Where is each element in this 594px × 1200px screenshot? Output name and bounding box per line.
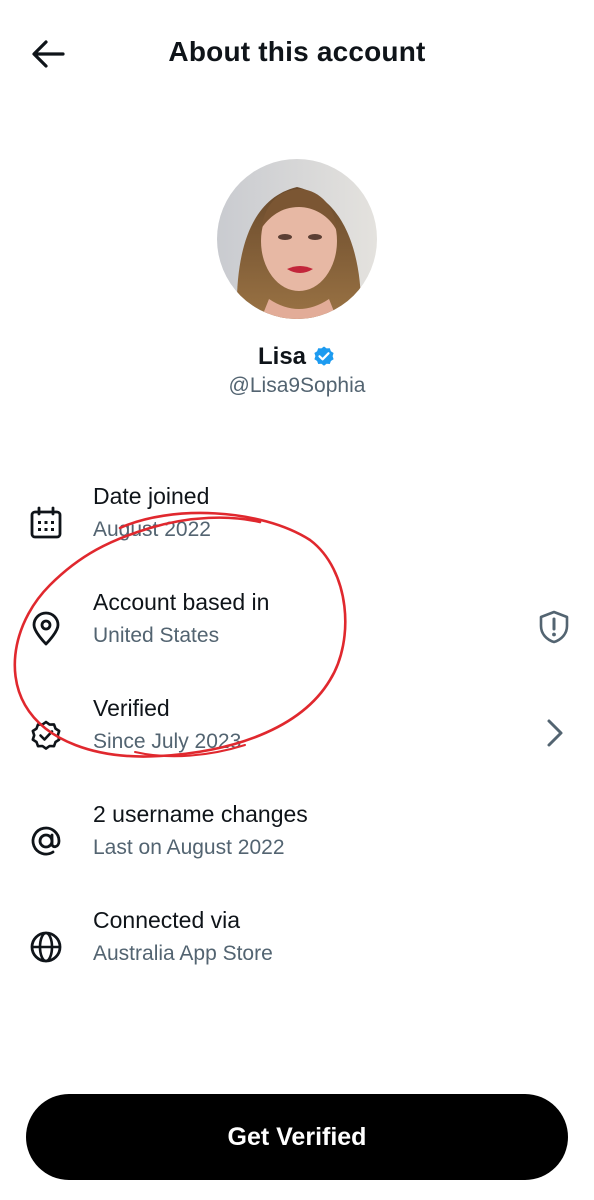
connected-via-label: Connected via xyxy=(93,907,241,933)
profile-name-row: Lisa xyxy=(0,343,594,371)
verified-value: Since July 2023 xyxy=(93,730,242,753)
account-based-in-row: Account based in United States xyxy=(0,583,594,675)
connected-via-row: Connected via Australia App Store xyxy=(0,901,594,993)
username-changes-label: 2 username changes xyxy=(93,801,308,827)
account-based-in-value: United States xyxy=(93,624,220,647)
verified-badge-icon xyxy=(314,346,334,366)
shield-exclamation-icon[interactable] xyxy=(536,609,572,645)
date-joined-value: August 2022 xyxy=(93,518,211,541)
avatar xyxy=(217,159,377,319)
location-pin-icon xyxy=(32,611,60,646)
calendar-icon xyxy=(30,506,62,539)
globe-icon xyxy=(30,931,62,963)
profile-name: Lisa xyxy=(257,343,307,370)
chevron-right-icon[interactable] xyxy=(536,715,572,751)
username-changes-row: 2 username changes Last on August 2022 xyxy=(0,795,594,887)
verified-row[interactable]: Verified Since July 2023 xyxy=(0,689,594,781)
account-based-in-label: Account based in xyxy=(93,589,270,615)
at-sign-icon xyxy=(31,826,61,856)
header-bar: About this account xyxy=(0,0,594,106)
username-changes-value: Last on August 2022 xyxy=(93,836,285,859)
page-title: About this account xyxy=(168,36,426,67)
date-joined-label: Date joined xyxy=(93,483,210,509)
profile-handle: @Lisa9Sophia xyxy=(228,374,366,397)
verified-badge-icon xyxy=(31,720,61,750)
connected-via-value: Australia App Store xyxy=(93,942,273,965)
get-verified-button[interactable]: Get Verified xyxy=(26,1094,568,1180)
date-joined-row: Date joined August 2022 xyxy=(0,477,594,569)
verified-label: Verified xyxy=(93,695,170,721)
